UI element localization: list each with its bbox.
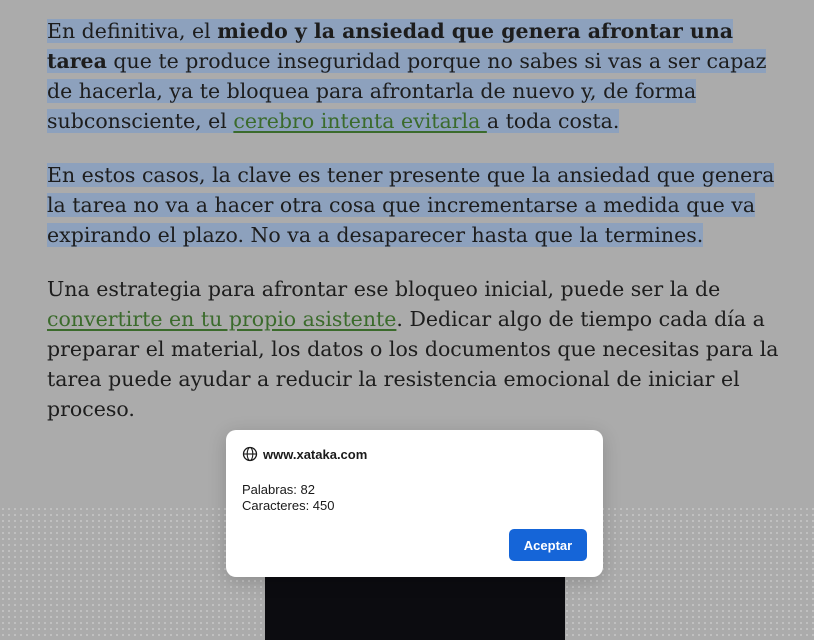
paragraph-2-text: En estos casos, la clave es tener presen… xyxy=(47,163,775,247)
link-cerebro-evitarla[interactable]: cerebro intenta evitarla xyxy=(233,109,486,133)
globe-icon xyxy=(242,446,258,462)
paragraph-3: Una estrategia para afrontar ese bloqueo… xyxy=(47,274,787,424)
article-body: En definitiva, el miedo y la ansiedad qu… xyxy=(47,16,787,448)
paragraph-1-intro: En definitiva, el xyxy=(47,19,218,43)
media-block xyxy=(265,570,565,640)
dialog-header: www.xataka.com xyxy=(242,446,367,462)
selected-text: En definitiva, el miedo y la ansiedad qu… xyxy=(47,19,767,133)
char-count: Caracteres: 450 xyxy=(242,498,335,513)
paragraph-3-intro: Una estrategia para afrontar ese bloqueo… xyxy=(47,277,721,301)
dialog-stats: Palabras: 82 Caracteres: 450 xyxy=(242,482,335,514)
link-propio-asistente[interactable]: convertirte en tu propio asistente xyxy=(47,307,396,331)
word-count-dialog: www.xataka.com Palabras: 82 Caracteres: … xyxy=(226,430,603,577)
word-count: Palabras: 82 xyxy=(242,482,315,497)
paragraph-1-end: a toda costa. xyxy=(486,109,620,133)
dialog-domain: www.xataka.com xyxy=(263,446,368,462)
paragraph-1: En definitiva, el miedo y la ansiedad qu… xyxy=(47,16,787,136)
paragraph-2: En estos casos, la clave es tener presen… xyxy=(47,160,787,250)
accept-button[interactable]: Aceptar xyxy=(509,529,587,561)
